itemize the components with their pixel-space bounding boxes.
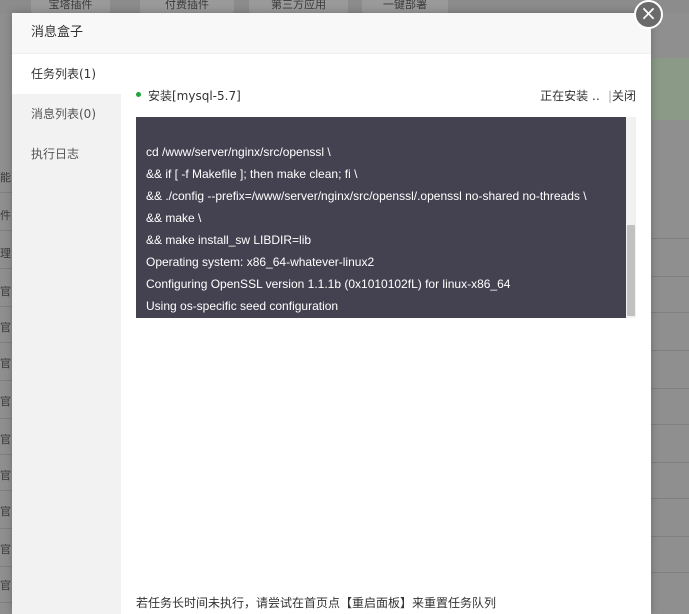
task-header: 安装[mysql-5.7] 正在安装 ‥ |关闭 — [136, 87, 636, 103]
sidebar-item-task-list[interactable]: 任务列表(1) — [12, 54, 121, 94]
console-line: cd /www/server/nginx/src/openssl \ — [146, 145, 331, 159]
background-divider — [0, 454, 12, 455]
background-label: 官 — [0, 434, 11, 446]
background-divider — [651, 424, 689, 425]
console-line: Operating system: x86_64-whatever-linux2 — [146, 255, 375, 269]
console-scrollbar[interactable] — [626, 117, 636, 318]
background-divider — [0, 566, 12, 567]
background-label: 官 — [0, 544, 11, 556]
task-name: 安装[mysql-5.7] — [148, 89, 241, 103]
background-banner — [652, 58, 689, 120]
background-divider — [0, 418, 12, 419]
close-icon[interactable]: × — [634, 0, 663, 29]
console-output: cd /www/server/nginx/src/openssl \ && if… — [146, 143, 624, 318]
background-divider — [0, 342, 12, 343]
console-line: && make \ — [146, 211, 202, 225]
background-divider — [651, 276, 689, 277]
background-divider — [651, 536, 689, 537]
console-line: && ./config --prefix=/www/server/nginx/s… — [146, 189, 587, 203]
background-divider — [651, 238, 689, 239]
console-line: && if [ -f Makefile ]; then make clean; … — [146, 167, 358, 181]
background-tab: 付费插件 — [140, 0, 234, 13]
background-divider — [651, 350, 689, 351]
background-divider — [651, 312, 689, 313]
close-task-link[interactable]: 关闭 — [612, 89, 636, 103]
console-line: Using os-specific seed configuration — [146, 299, 339, 313]
background-label: 件 — [0, 210, 11, 222]
background-divider — [0, 380, 12, 381]
background-label: 官 — [0, 506, 11, 518]
task-status: 正在安装 ‥ — [540, 89, 600, 103]
background-label: 官 — [0, 322, 11, 334]
background-tab: 一键部署 — [362, 0, 448, 13]
console-line: Configuring OpenSSL version 1.1.1b (0x10… — [146, 277, 511, 291]
install-log-console[interactable]: cd /www/server/nginx/src/openssl \ && if… — [136, 117, 636, 318]
background-divider — [0, 602, 12, 603]
dialog-title: 消息盒子 — [31, 25, 84, 40]
background-tab: 第三方应用 — [249, 0, 348, 13]
background-label: 官 — [0, 358, 11, 370]
background-label: 官 — [0, 396, 11, 408]
background-label: 官 — [0, 470, 11, 482]
task-panel: 安装[mysql-5.7] 正在安装 ‥ |关闭 cd /www/server/n… — [121, 54, 651, 614]
background-label: 理 — [0, 248, 11, 260]
sidebar-item-message-list[interactable]: 消息列表(0) — [12, 94, 121, 134]
background-divider — [0, 490, 12, 491]
background-divider — [0, 268, 12, 269]
background-label: 官 — [0, 580, 11, 592]
message-box-dialog: 消息盒子 任务列表(1) 消息列表(0) 执行日志 安装[mysql-5.7] … — [12, 13, 651, 614]
background-divider — [0, 192, 12, 193]
console-line: && make install_sw LIBDIR=lib — [146, 233, 312, 247]
background-tab: 宝塔插件 — [31, 0, 110, 13]
background-label: 能 — [0, 172, 11, 184]
status-dot-icon — [136, 92, 141, 97]
task-actions: 正在安装 ‥ |关闭 — [540, 87, 636, 104]
background-divider — [0, 306, 12, 307]
background-divider — [651, 498, 689, 499]
background-divider — [0, 528, 12, 529]
dialog-header: 消息盒子 — [12, 13, 651, 54]
background-tab-bar: 宝塔插件 付费插件 第三方应用 一键部署 — [0, 0, 689, 14]
background-divider — [651, 462, 689, 463]
dialog-sidebar: 任务列表(1) 消息列表(0) 执行日志 — [12, 54, 121, 614]
background-divider — [0, 230, 12, 231]
background-divider — [651, 388, 689, 389]
background-label: 官 — [0, 286, 11, 298]
task-hint: 若任务长时间未执行，请尝试在首页点【重启面板】来重置任务队列 — [136, 596, 497, 610]
sidebar-item-execution-log[interactable]: 执行日志 — [12, 134, 121, 174]
background-divider — [651, 572, 689, 573]
scrollbar-thumb[interactable] — [627, 225, 635, 316]
